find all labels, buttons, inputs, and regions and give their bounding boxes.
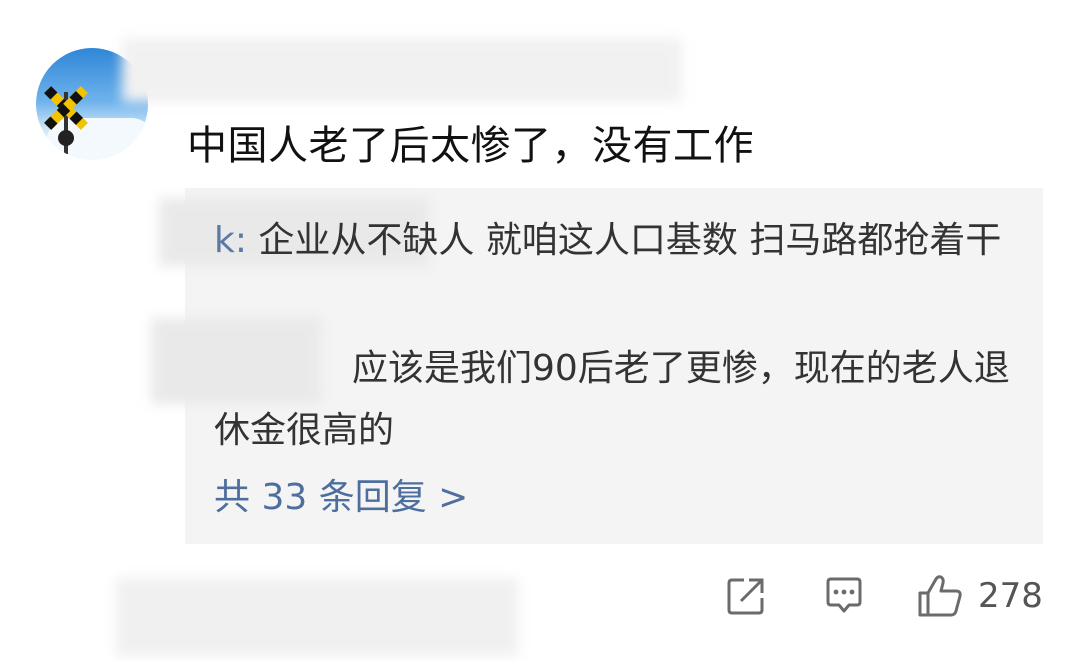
share-icon: [727, 578, 764, 615]
reply-text: 应该是我们90后老了更惨，现在的老人退休金很高的: [214, 348, 1010, 451]
comment-icon: [826, 577, 862, 613]
like-button[interactable]: 278: [916, 572, 1043, 620]
comment-text: 中国人老了后太惨了，没有工作: [187, 123, 754, 169]
reply-button[interactable]: [822, 572, 866, 620]
reply-item[interactable]: k: 企业从不缺人 就咱这人口基数 扫马路都抢着干: [214, 210, 1024, 272]
railway-crossing-sign-icon: [44, 86, 88, 154]
thumbs-up-icon: [918, 575, 962, 617]
like-count: 278: [978, 576, 1043, 616]
replies-preview[interactable]: k: 企业从不缺人 就咱这人口基数 扫马路都抢着干 应该是我们90后老了更惨，现…: [151, 188, 1043, 544]
reply-item[interactable]: 应该是我们90后老了更惨，现在的老人退休金很高的: [214, 338, 1024, 462]
reply-text: 企业从不缺人 就咱这人口基数 扫马路都抢着干: [246, 220, 1002, 261]
comment-meta-redacted: [116, 578, 518, 656]
share-button[interactable]: [724, 572, 768, 620]
username-redacted: [122, 38, 682, 102]
reply-author[interactable]: k:: [214, 220, 247, 261]
view-all-replies-link[interactable]: 共 33 条回复 >: [214, 470, 468, 526]
